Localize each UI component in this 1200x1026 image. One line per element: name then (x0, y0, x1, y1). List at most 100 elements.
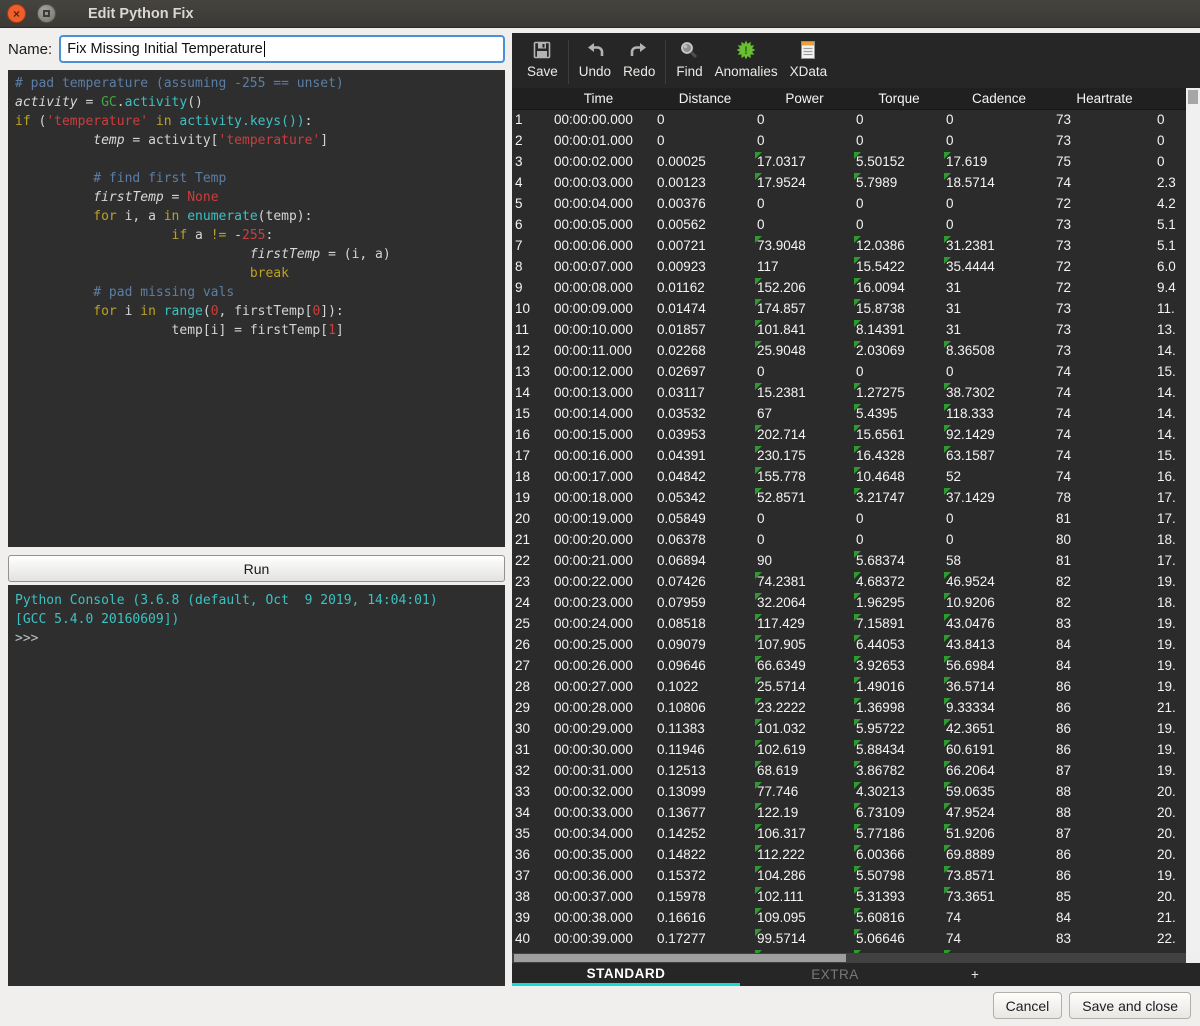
table-row[interactable]: 2300:00:22.0000.0742674.23814.6837246.95… (512, 572, 1200, 593)
table-cell[interactable]: 81 (1054, 509, 1155, 530)
table-cell[interactable]: 15.8738 (854, 299, 944, 320)
table-cell[interactable]: 112.222 (755, 845, 854, 866)
table-cell[interactable]: 16.0094 (854, 278, 944, 299)
table-cell[interactable]: 5.31393 (854, 887, 944, 908)
table-row[interactable]: 3900:00:38.0000.16616109.0955.6081674842… (512, 908, 1200, 929)
table-cell[interactable]: 87 (1054, 824, 1155, 845)
table-cell[interactable]: 0 (755, 194, 854, 215)
table-cell[interactable]: 1.36998 (854, 698, 944, 719)
table-cell[interactable]: 0.07426 (655, 572, 755, 593)
table-row[interactable]: 1200:00:11.0000.0226825.90482.030698.365… (512, 341, 1200, 362)
row-number[interactable]: 30 (512, 719, 542, 740)
table-cell[interactable]: 0.00562 (655, 215, 755, 236)
table-cell[interactable]: 00:00:07.000 (542, 257, 655, 278)
row-number[interactable]: 23 (512, 572, 542, 593)
table-cell[interactable]: 00:00:22.000 (542, 572, 655, 593)
python-console[interactable]: Python Console (3.6.8 (default, Oct 9 20… (8, 585, 505, 986)
row-number[interactable]: 37 (512, 866, 542, 887)
tab-add[interactable]: + (930, 963, 1020, 986)
row-number[interactable]: 10 (512, 299, 542, 320)
table-cell[interactable]: 00:00:31.000 (542, 761, 655, 782)
table-cell[interactable]: 82 (1054, 572, 1155, 593)
table-cell[interactable]: 3.92653 (854, 656, 944, 677)
close-window-icon[interactable]: × (7, 4, 26, 23)
table-cell[interactable]: 0 (944, 215, 1054, 236)
table-cell[interactable]: 00:00:35.000 (542, 845, 655, 866)
table-cell[interactable]: 86 (1054, 845, 1155, 866)
row-number[interactable]: 11 (512, 320, 542, 341)
table-row[interactable]: 4000:00:39.0000.1727799.57145.0664674832… (512, 929, 1200, 950)
table-cell[interactable]: 72 (1054, 194, 1155, 215)
column-header[interactable]: Heartrate (1054, 88, 1155, 109)
table-cell[interactable]: 0.1022 (655, 677, 755, 698)
maximize-window-icon[interactable] (37, 4, 56, 23)
redo-button[interactable]: Redo (617, 38, 661, 79)
table-cell[interactable]: 00:00:38.000 (542, 908, 655, 929)
table-cell[interactable]: 52 (944, 467, 1054, 488)
table-cell[interactable]: 0.02697 (655, 362, 755, 383)
table-cell[interactable]: 83 (1054, 614, 1155, 635)
table-cell[interactable]: 4.68372 (854, 572, 944, 593)
table-row[interactable]: 900:00:08.0000.01162152.20616.009431729.… (512, 278, 1200, 299)
table-cell[interactable]: 106.317 (755, 824, 854, 845)
table-cell[interactable]: 00:00:02.000 (542, 152, 655, 173)
table-cell[interactable]: 0.05849 (655, 509, 755, 530)
table-cell[interactable]: 102.111 (755, 887, 854, 908)
table-cell[interactable]: 37.1429 (944, 488, 1054, 509)
table-cell[interactable]: 74 (1054, 467, 1155, 488)
table-cell[interactable]: 109.095 (755, 908, 854, 929)
table-cell[interactable]: 72 (1054, 278, 1155, 299)
table-row[interactable]: 1300:00:12.0000.026970007415. (512, 362, 1200, 383)
table-cell[interactable]: 74 (1054, 362, 1155, 383)
table-cell[interactable]: 0 (755, 215, 854, 236)
table-cell[interactable]: 0.05342 (655, 488, 755, 509)
table-row[interactable]: 1900:00:18.0000.0534252.85713.2174737.14… (512, 488, 1200, 509)
column-header[interactable]: Distance (655, 88, 755, 109)
table-row[interactable]: 2800:00:27.0000.102225.57141.4901636.571… (512, 677, 1200, 698)
table-cell[interactable]: 73 (1054, 110, 1155, 131)
row-number[interactable]: 12 (512, 341, 542, 362)
table-cell[interactable]: 0.04842 (655, 467, 755, 488)
table-cell[interactable]: 00:00:04.000 (542, 194, 655, 215)
table-cell[interactable]: 0.15978 (655, 887, 755, 908)
table-cell[interactable]: 74.2381 (755, 572, 854, 593)
table-cell[interactable]: 47.9524 (944, 803, 1054, 824)
table-cell[interactable]: 00:00:16.000 (542, 446, 655, 467)
table-cell[interactable]: 42.3651 (944, 719, 1054, 740)
table-cell[interactable]: 73 (1054, 320, 1155, 341)
table-row[interactable]: 2900:00:28.0000.1080623.22221.369989.333… (512, 698, 1200, 719)
table-cell[interactable]: 74 (1054, 425, 1155, 446)
table-cell[interactable]: 88 (1054, 782, 1155, 803)
row-number[interactable]: 27 (512, 656, 542, 677)
table-cell[interactable]: 86 (1054, 719, 1155, 740)
table-cell[interactable]: 0.11383 (655, 719, 755, 740)
table-cell[interactable]: 00:00:21.000 (542, 551, 655, 572)
table-cell[interactable]: 0 (854, 110, 944, 131)
table-cell[interactable]: 0.17277 (655, 929, 755, 950)
table-cell[interactable]: 73 (1054, 299, 1155, 320)
table-cell[interactable]: 0 (944, 131, 1054, 152)
table-cell[interactable]: 00:00:37.000 (542, 887, 655, 908)
table-row[interactable]: 3000:00:29.0000.11383101.0325.9572242.36… (512, 719, 1200, 740)
row-number[interactable]: 36 (512, 845, 542, 866)
row-number[interactable]: 40 (512, 929, 542, 950)
row-number[interactable]: 14 (512, 383, 542, 404)
table-row[interactable]: 500:00:04.0000.00376000724.2 (512, 194, 1200, 215)
table-cell[interactable]: 0 (944, 530, 1054, 551)
table-cell[interactable]: 00:00:26.000 (542, 656, 655, 677)
table-cell[interactable]: 66.2064 (944, 761, 1054, 782)
table-cell[interactable]: 16.4328 (854, 446, 944, 467)
table-cell[interactable]: 74 (1054, 446, 1155, 467)
table-row[interactable]: 1800:00:17.0000.04842155.77810.464852741… (512, 467, 1200, 488)
row-number[interactable]: 28 (512, 677, 542, 698)
table-cell[interactable]: 5.7989 (854, 173, 944, 194)
row-number[interactable]: 4 (512, 173, 542, 194)
table-cell[interactable]: 0.00923 (655, 257, 755, 278)
save-button[interactable]: Save (521, 38, 564, 79)
table-cell[interactable]: 99.5714 (755, 929, 854, 950)
row-number[interactable]: 6 (512, 215, 542, 236)
table-row[interactable]: 3400:00:33.0000.13677122.196.7310947.952… (512, 803, 1200, 824)
table-cell[interactable]: 8.14391 (854, 320, 944, 341)
table-cell[interactable]: 0.01857 (655, 320, 755, 341)
table-cell[interactable]: 00:00:03.000 (542, 173, 655, 194)
